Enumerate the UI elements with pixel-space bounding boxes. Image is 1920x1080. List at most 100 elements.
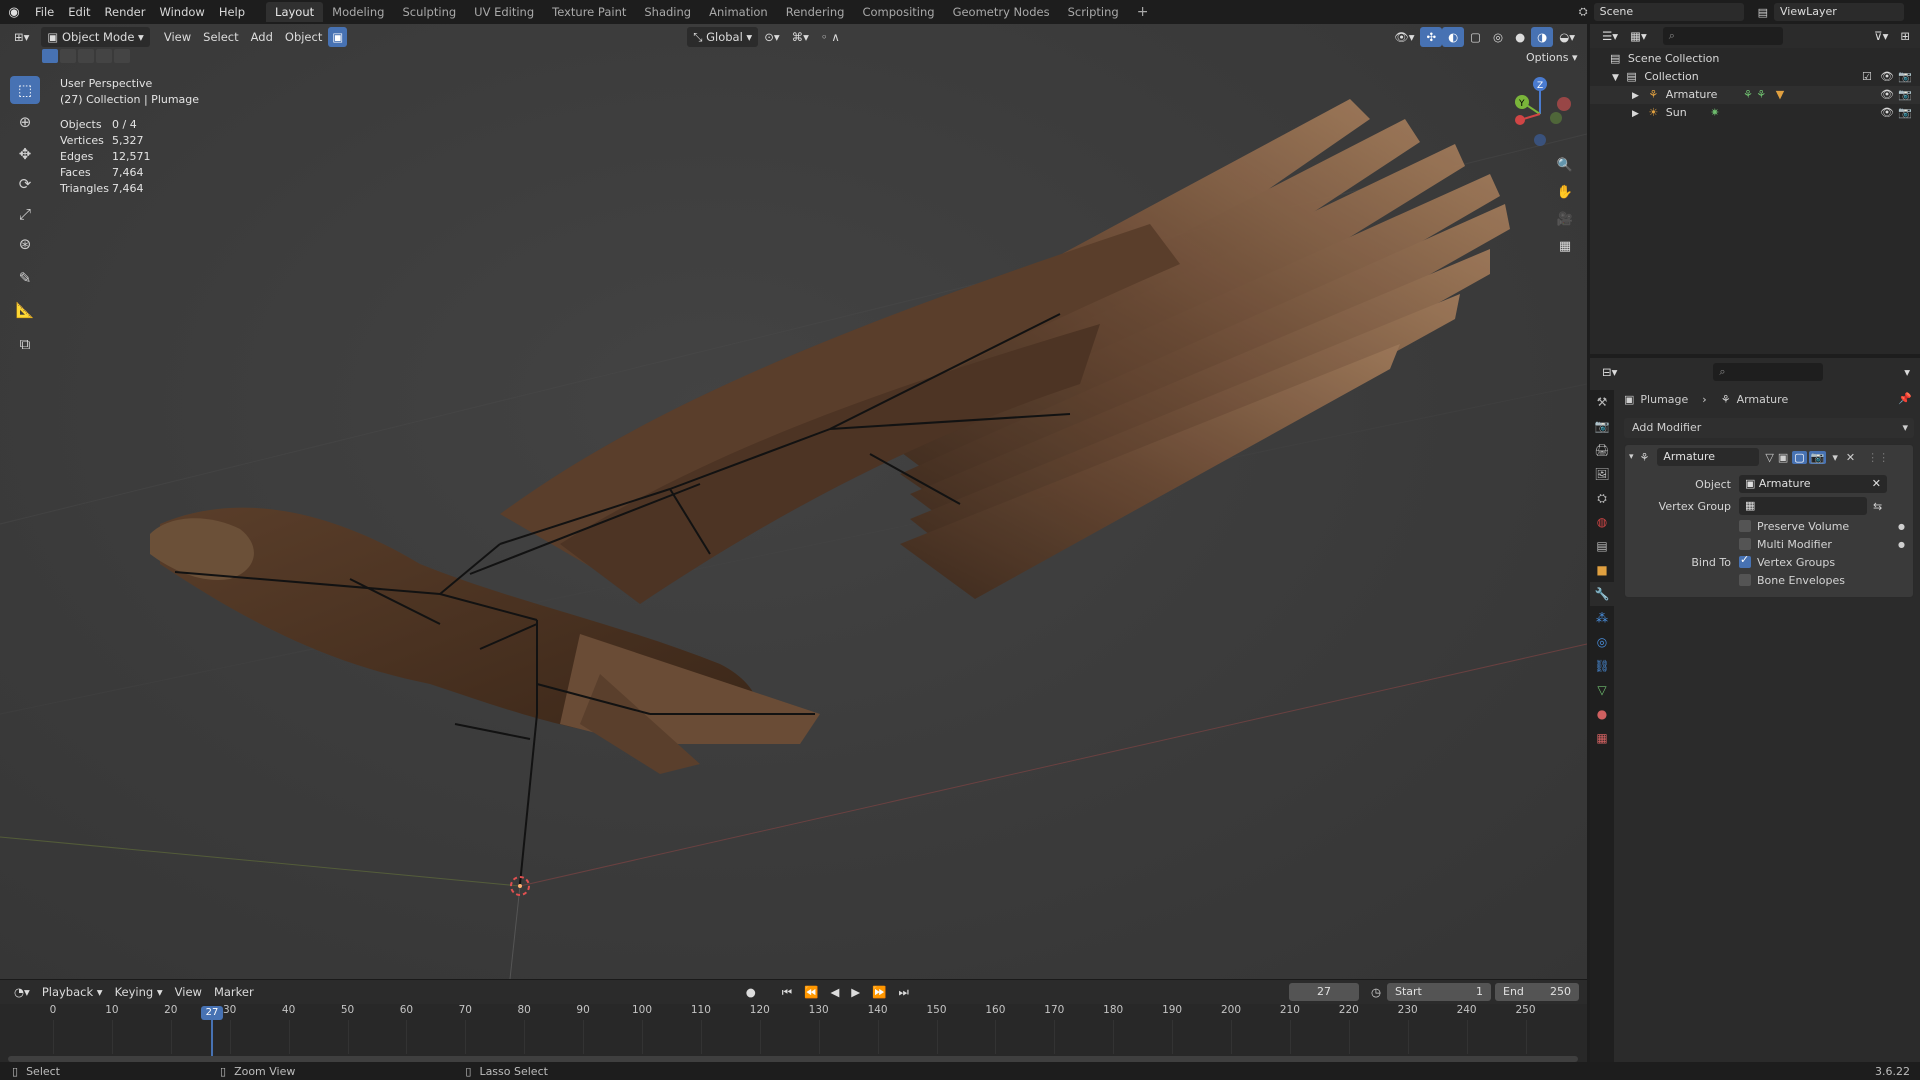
render-tab-icon[interactable]: 📷	[1590, 414, 1614, 438]
tab-rendering[interactable]: Rendering	[777, 2, 854, 22]
scale-tool[interactable]: ⤢	[10, 200, 40, 228]
vertex-groups-checkbox[interactable]	[1739, 553, 1751, 568]
tab-modeling[interactable]: Modeling	[323, 2, 393, 22]
world-tab-icon[interactable]: ◍	[1590, 510, 1614, 534]
keyframe-dot-icon[interactable]: ●	[1898, 540, 1905, 549]
menu-help[interactable]: Help	[212, 0, 252, 24]
tab-scripting[interactable]: Scripting	[1059, 2, 1128, 22]
modifier-tab-icon[interactable]: 🔧	[1590, 582, 1614, 606]
tab-shading[interactable]: Shading	[635, 2, 700, 22]
timeline-editor[interactable]: ◔▾ Playback ▾ Keying ▾ View Marker ● ⏮ ⏪…	[0, 979, 1587, 1070]
outliner-editor-type-icon[interactable]: ☰▾	[1596, 26, 1624, 46]
proportional-edit-icon[interactable]: ◦ ∧	[815, 27, 846, 47]
material-tab-icon[interactable]: ●	[1590, 702, 1614, 726]
render-camera-icon[interactable]: 📷	[1898, 68, 1912, 86]
view-layer-tab-icon[interactable]: 🖼	[1590, 462, 1614, 486]
visibility-eye-icon[interactable]: 👁	[1880, 68, 1894, 86]
scene-tab-icon[interactable]: ⛭	[1590, 486, 1614, 510]
playhead-frame-badge[interactable]: 27	[201, 1006, 223, 1020]
visibility-eye-icon[interactable]: 👁	[1880, 86, 1894, 104]
pivot-icon[interactable]: ⊙▾	[758, 27, 785, 47]
edit-cage-icon[interactable]: ▽	[1765, 451, 1773, 464]
new-collection-icon[interactable]: ⊞	[1894, 26, 1916, 46]
render-icon[interactable]: 📷	[1808, 450, 1827, 464]
outliner-row-sun[interactable]: ▶ ☀ Sun ✷ 👁 📷	[1590, 104, 1920, 122]
tab-uv-editing[interactable]: UV Editing	[465, 2, 543, 22]
shading-material-icon[interactable]: ◑	[1531, 27, 1554, 47]
transform-orientation-dropdown[interactable]: ⤡ Global ▾	[687, 27, 759, 47]
output-tab-icon[interactable]: 🖨	[1590, 438, 1614, 462]
shading-rendered-icon[interactable]: ◒▾	[1553, 27, 1581, 47]
object-tab-icon[interactable]: ■	[1590, 558, 1614, 582]
visibility-icon[interactable]: 👁▾	[1388, 27, 1420, 47]
3d-viewport[interactable]: ⊞▾ ▣ Object Mode ▾ View Select Add Objec…	[0, 24, 1587, 979]
expand-chevron-icon[interactable]: ▼	[1612, 73, 1619, 83]
clear-field-icon[interactable]: ✕	[1872, 475, 1881, 493]
particles-tab-icon[interactable]: ⁂	[1590, 606, 1614, 630]
realtime-icon[interactable]: ▢	[1792, 450, 1807, 464]
viewport-menu-view[interactable]: View	[158, 27, 197, 47]
eagle-model[interactable]	[0, 24, 1587, 979]
display-mode-icon[interactable]: ▦▾	[1624, 26, 1653, 46]
visibility-eye-icon[interactable]: 👁	[1880, 104, 1894, 122]
preserve-volume-checkbox[interactable]	[1739, 520, 1751, 532]
camera-view-icon[interactable]: 🎥	[1552, 206, 1578, 232]
add-workspace-icon[interactable]: +	[1128, 2, 1158, 22]
outliner-row-scene-collection[interactable]: ▤ Scene Collection	[1590, 50, 1920, 68]
filter-icon[interactable]: ⊽▾	[1868, 26, 1894, 46]
select-box-tool[interactable]: ⬚	[10, 76, 40, 104]
tab-layout[interactable]: Layout	[266, 2, 324, 22]
tab-geometry-nodes[interactable]: Geometry Nodes	[944, 2, 1059, 22]
viewport-menu-object[interactable]: Object	[279, 27, 328, 47]
expand-chevron-icon[interactable]: ▶	[1632, 109, 1639, 119]
properties-options-icon[interactable]: ▾	[1898, 362, 1916, 382]
rotate-tool[interactable]: ⟳	[10, 170, 40, 198]
annotate-tool[interactable]: ✎	[10, 264, 40, 292]
collection-tab-icon[interactable]: ▤	[1590, 534, 1614, 558]
menu-file[interactable]: File	[28, 0, 61, 24]
tab-texture-paint[interactable]: Texture Paint	[543, 2, 635, 22]
data-tab-icon[interactable]: ▽	[1590, 678, 1614, 702]
options-button[interactable]: Options ▾	[1520, 48, 1583, 68]
modifier-menu-chevron-icon[interactable]: ▾	[1832, 451, 1838, 464]
select-mode-extend-icon[interactable]	[60, 49, 76, 63]
tab-animation[interactable]: Animation	[700, 2, 777, 22]
tab-compositing[interactable]: Compositing	[853, 2, 943, 22]
outliner-search-input[interactable]: ⌕	[1662, 27, 1783, 45]
toggle-icon[interactable]: ▣	[328, 27, 348, 47]
outliner[interactable]: ☰▾ ▦▾ ⌕ ⊽▾ ⊞ ▤ Scene Collection ▼ ▤ Coll…	[1590, 24, 1920, 354]
vertex-group-field[interactable]: ▦	[1739, 497, 1867, 515]
blender-logo-icon[interactable]: ◉	[0, 5, 28, 20]
tool-tab-icon[interactable]: ⚒	[1590, 390, 1614, 414]
render-camera-icon[interactable]: 📷	[1898, 86, 1912, 104]
object-field[interactable]: ▣ Armature ✕	[1739, 475, 1887, 493]
select-mode-subtract-icon[interactable]	[78, 49, 94, 63]
multi-modifier-checkbox[interactable]	[1739, 538, 1751, 550]
cursor-tool[interactable]: ⊕	[10, 108, 40, 136]
transform-tool[interactable]: ⊛	[10, 230, 40, 258]
collapse-chevron-icon[interactable]: ▾	[1629, 452, 1634, 462]
navigation-gizmo[interactable]: Z Y	[1500, 74, 1580, 154]
remove-modifier-icon[interactable]: ✕	[1846, 451, 1855, 464]
render-camera-icon[interactable]: 📷	[1898, 104, 1912, 122]
select-mode-invert-icon[interactable]	[96, 49, 112, 63]
shading-wireframe-icon[interactable]: ◎	[1487, 27, 1509, 47]
editor-type-icon[interactable]: ⊞▾	[8, 27, 35, 47]
pin-icon[interactable]: 📌	[1898, 392, 1912, 405]
exclude-checkbox[interactable]: ☑	[1862, 68, 1872, 86]
modifier-name-field[interactable]: Armature	[1657, 448, 1760, 466]
view-layer-icon[interactable]: ▤	[1758, 6, 1768, 19]
ortho-grid-icon[interactable]: ▦	[1552, 233, 1578, 259]
outliner-row-collection[interactable]: ▼ ▤ Collection ☑ 👁 📷	[1590, 68, 1920, 86]
tab-sculpting[interactable]: Sculpting	[393, 2, 465, 22]
menu-render[interactable]: Render	[98, 0, 153, 24]
properties-editor[interactable]: ⊟▾ ⌕ ▾ ⚒ 📷 🖨 🖼 ⛭ ◍ ▤ ■ 🔧 ⁂ ◎ ⛓ ▽ ● ▦ ▣ P…	[1590, 358, 1920, 1062]
pan-hand-icon[interactable]: ✋	[1552, 179, 1578, 205]
shading-solid-icon[interactable]: ●	[1509, 27, 1531, 47]
viewport-menu-select[interactable]: Select	[197, 27, 244, 47]
keyframe-dot-icon[interactable]: ●	[1898, 522, 1905, 531]
add-cube-tool[interactable]: ⧉	[10, 330, 40, 358]
view-layer-field[interactable]: ViewLayer	[1774, 3, 1904, 21]
menu-window[interactable]: Window	[152, 0, 211, 24]
measure-tool[interactable]: 📐	[10, 296, 40, 324]
